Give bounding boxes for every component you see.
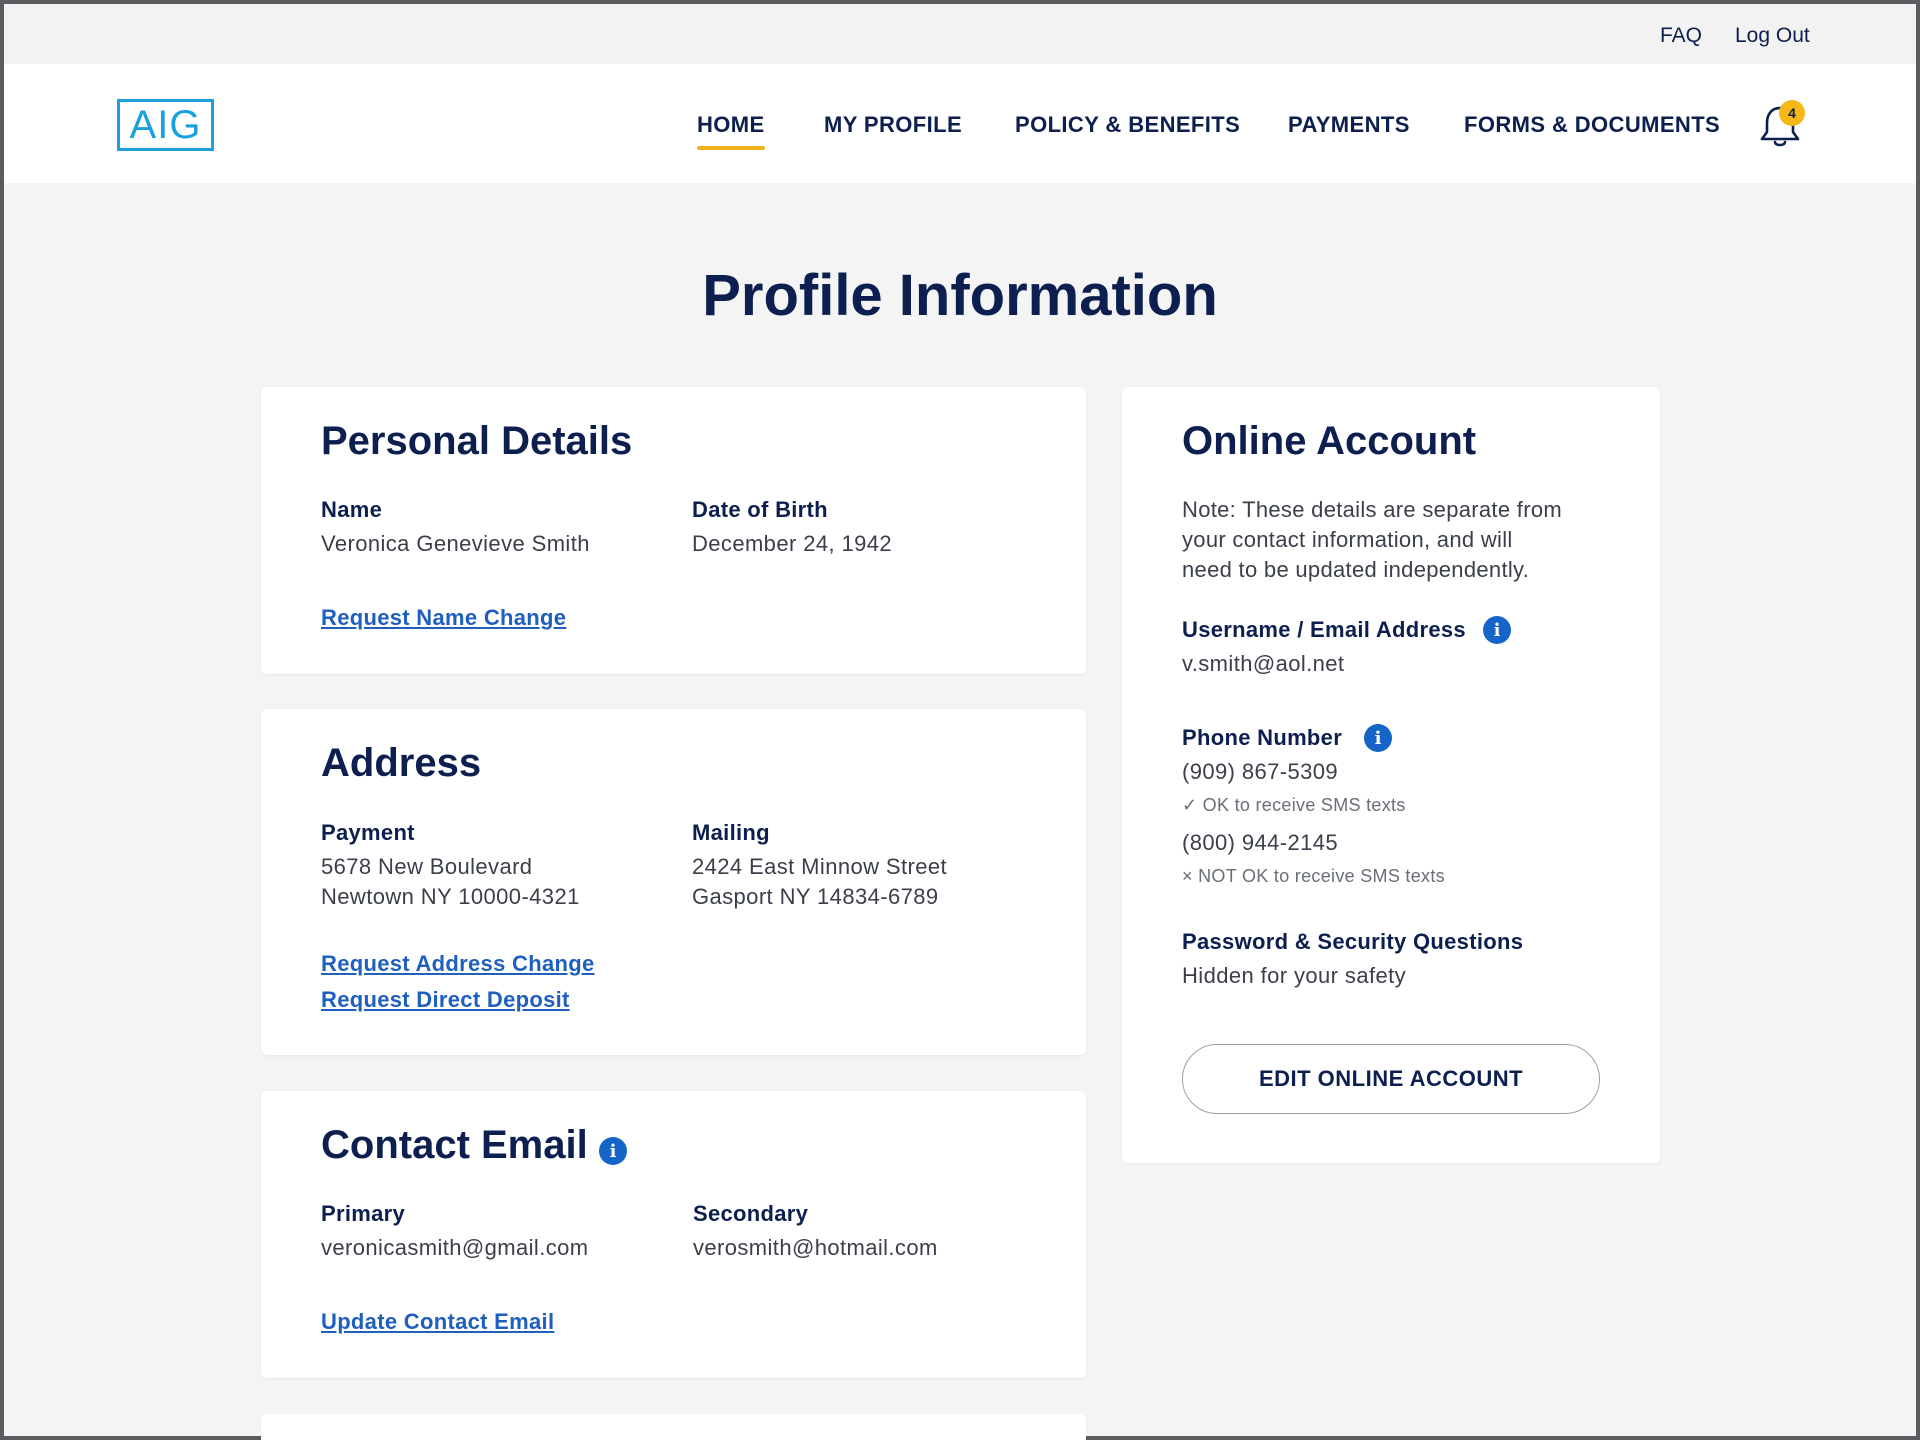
address-card: Address Payment 5678 New Boulevard Newto… [261, 709, 1086, 1055]
online-account-note: Note: These details are separate from yo… [1182, 495, 1562, 585]
online-account-card: Online Account Note: These details are s… [1122, 387, 1660, 1163]
contact-email-card: Contact Email i Primary veronicasmith@gm… [261, 1091, 1086, 1378]
primary-email-value: veronicasmith@gmail.com [321, 1235, 589, 1260]
primary-email-label: Primary [321, 1201, 406, 1226]
note-line-1: Note: These details are separate from [1182, 497, 1562, 522]
phone-number-2: (800) 944-2145 [1182, 830, 1339, 855]
payment-address-label: Payment [321, 820, 415, 845]
phone-info-icon[interactable]: i [1364, 724, 1392, 752]
username-value: v.smith@aol.net [1182, 651, 1345, 676]
mailing-address-label: Mailing [692, 820, 770, 845]
phone-2-sms-status: × NOT OK to receive SMS texts [1182, 866, 1445, 886]
note-line-2: your contact information, and will [1182, 527, 1513, 552]
contact-email-info-icon[interactable]: i [599, 1137, 627, 1165]
username-info-icon[interactable]: i [1483, 616, 1511, 644]
main-header: AIG HOME MY PROFILE POLICY & BENEFITS PA… [4, 64, 1916, 183]
dob-label: Date of Birth [692, 497, 828, 522]
contact-email-title: Contact Email [321, 1123, 588, 1167]
phone-number-1: (909) 867-5309 [1182, 759, 1339, 784]
update-contact-email-link[interactable]: Update Contact Email [321, 1309, 554, 1335]
edit-online-account-button[interactable]: EDIT ONLINE ACCOUNT [1182, 1044, 1600, 1114]
nav-home[interactable]: HOME [697, 112, 765, 150]
next-card-partial [261, 1414, 1086, 1440]
personal-details-title: Personal Details [321, 419, 633, 463]
password-label: Password & Security Questions [1182, 929, 1524, 954]
nav-active-indicator [697, 146, 765, 150]
dob-value: December 24, 1942 [692, 531, 893, 556]
name-label: Name [321, 497, 383, 522]
mailing-address-line1: 2424 East Minnow Street [692, 854, 948, 879]
faq-link[interactable]: FAQ [1660, 24, 1702, 48]
note-line-3: need to be updated independently. [1182, 557, 1530, 582]
notification-badge: 4 [1779, 100, 1805, 126]
password-value: Hidden for your safety [1182, 963, 1407, 988]
request-direct-deposit-link[interactable]: Request Direct Deposit [321, 987, 570, 1013]
phone-number-label: Phone Number [1182, 725, 1343, 750]
nav-my-profile[interactable]: MY PROFILE [824, 112, 962, 138]
logout-link[interactable]: Log Out [1735, 24, 1810, 48]
request-address-change-link[interactable]: Request Address Change [321, 951, 595, 977]
aig-logo[interactable]: AIG [117, 99, 214, 151]
mailing-address-line2: Gasport NY 14834-6789 [692, 884, 939, 909]
nav-forms-documents[interactable]: FORMS & DOCUMENTS [1464, 112, 1720, 138]
online-account-title: Online Account [1182, 419, 1477, 463]
payment-address-line2: Newtown NY 10000-4321 [321, 884, 580, 909]
payment-address-line1: 5678 New Boulevard [321, 854, 533, 879]
nav-payments[interactable]: PAYMENTS [1288, 112, 1410, 138]
address-title: Address [321, 741, 482, 785]
page-title: Profile Information [702, 263, 1218, 328]
name-value: Veronica Genevieve Smith [321, 531, 590, 556]
username-label: Username / Email Address [1182, 617, 1466, 642]
phone-1-sms-status: ✓ OK to receive SMS texts [1182, 795, 1406, 815]
request-name-change-link[interactable]: Request Name Change [321, 605, 566, 631]
utility-bar: FAQ Log Out [4, 4, 1916, 64]
secondary-email-value: verosmith@hotmail.com [693, 1235, 938, 1260]
nav-home-label: HOME [697, 112, 765, 137]
nav-policy-benefits[interactable]: POLICY & BENEFITS [1015, 112, 1240, 138]
personal-details-card: Personal Details Name Veronica Genevieve… [261, 387, 1086, 674]
secondary-email-label: Secondary [693, 1201, 809, 1226]
